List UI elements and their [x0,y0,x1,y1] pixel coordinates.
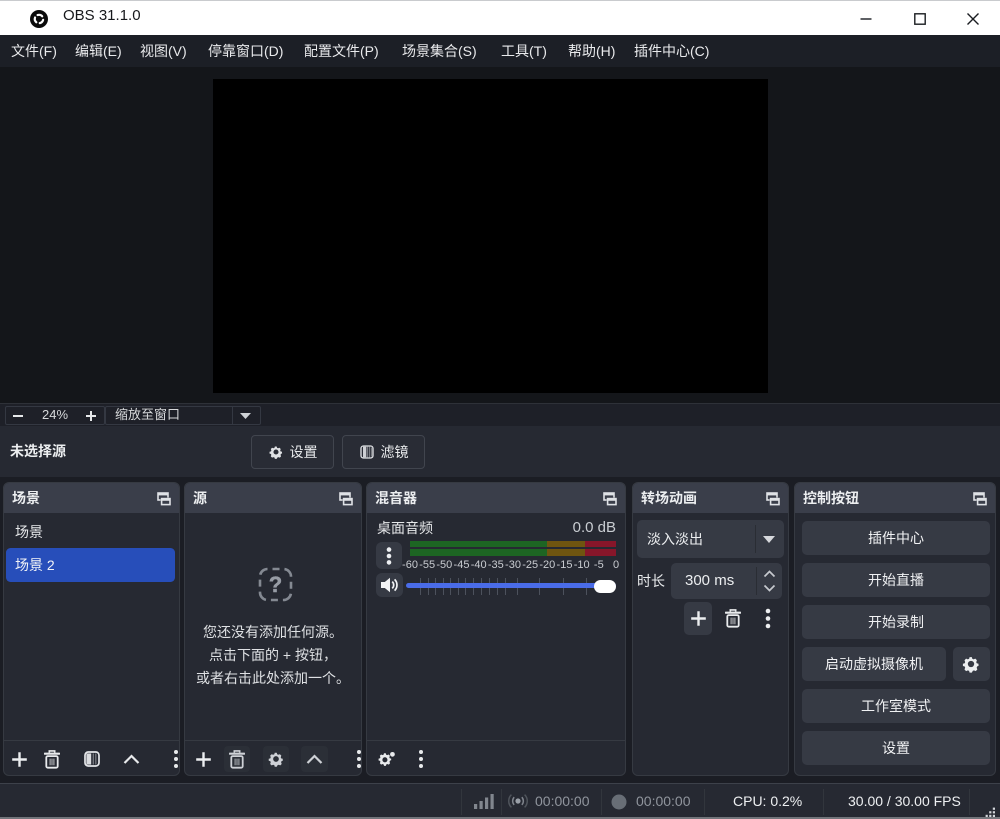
svg-text:?: ? [269,572,282,597]
